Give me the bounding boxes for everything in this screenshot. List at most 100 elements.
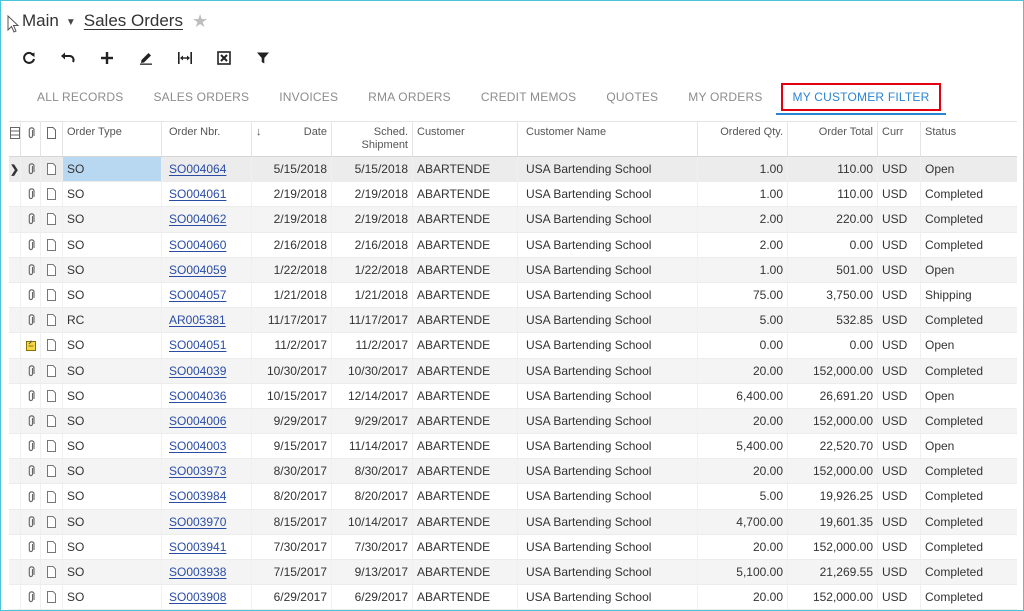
row-indicator[interactable] — [9, 534, 21, 559]
row-attachment[interactable] — [21, 459, 41, 484]
row-indicator[interactable] — [9, 257, 21, 282]
order-nbr-link[interactable]: SO004036 — [169, 389, 226, 403]
cell-order-type[interactable]: SO — [63, 333, 162, 358]
chevron-down-icon[interactable]: ▼ — [66, 17, 76, 28]
page-title[interactable]: Sales Orders — [84, 11, 183, 31]
order-nbr-link[interactable]: SO004057 — [169, 288, 226, 302]
add-button[interactable] — [95, 47, 119, 69]
order-nbr-link[interactable]: SO004059 — [169, 263, 226, 277]
cell-order-nbr[interactable]: SO003941 — [162, 534, 252, 559]
row-indicator[interactable] — [9, 232, 21, 257]
cell-order-nbr[interactable]: SO004059 — [162, 257, 252, 282]
cell-order-type[interactable]: SO — [63, 534, 162, 559]
order-nbr-link[interactable]: SO003973 — [169, 464, 226, 478]
table-row[interactable]: SO SO004036 10/15/2017 12/14/2017 ABARTENDE U… — [9, 383, 1017, 409]
row-attachment[interactable] — [21, 157, 41, 182]
row-attachment[interactable] — [21, 509, 41, 534]
order-nbr-link[interactable]: AR005381 — [169, 313, 226, 327]
row-indicator[interactable] — [9, 333, 21, 358]
tab-invoices[interactable]: INVOICES — [267, 83, 350, 111]
row-indicator[interactable] — [9, 308, 21, 333]
table-row[interactable]: SO SO004003 9/15/2017 11/14/2017 ABARTENDE US… — [9, 434, 1017, 460]
cell-order-type[interactable]: SO — [63, 232, 162, 257]
row-file[interactable] — [41, 308, 63, 333]
tab-sales-orders[interactable]: SALES ORDERS — [141, 83, 261, 111]
cell-order-type[interactable]: SO — [63, 358, 162, 383]
header-order-type[interactable]: Order Type — [63, 122, 162, 156]
row-indicator[interactable] — [9, 560, 21, 585]
header-file-icon[interactable] — [41, 122, 63, 156]
row-indicator[interactable] — [9, 182, 21, 207]
row-file[interactable] — [41, 408, 63, 434]
row-file[interactable] — [41, 509, 63, 534]
order-nbr-link[interactable]: SO004006 — [169, 414, 226, 428]
edit-button[interactable] — [134, 47, 158, 69]
cell-order-nbr[interactable]: SO004057 — [162, 282, 252, 308]
order-nbr-link[interactable]: SO004061 — [169, 187, 226, 201]
order-nbr-link[interactable]: SO003984 — [169, 489, 226, 503]
cell-order-nbr[interactable]: SO003984 — [162, 484, 252, 509]
order-nbr-link[interactable]: SO003970 — [169, 515, 226, 529]
table-row[interactable]: SO SO004060 2/16/2018 2/16/2018 ABARTENDE USA… — [9, 232, 1017, 258]
filter-button[interactable] — [251, 47, 275, 69]
export-excel-button[interactable] — [212, 47, 236, 69]
row-indicator[interactable] — [9, 383, 21, 408]
row-file[interactable] — [41, 207, 63, 232]
row-attachment[interactable] — [21, 358, 41, 383]
row-indicator[interactable] — [9, 282, 21, 308]
row-file[interactable] — [41, 383, 63, 408]
table-row[interactable]: SO SO003984 8/20/2017 8/20/2017 ABARTENDE USA… — [9, 484, 1017, 510]
tab-my-customer-filter[interactable]: MY CUSTOMER FILTER — [775, 83, 947, 115]
tab-credit-memos[interactable]: CREDIT MEMOS — [469, 83, 589, 111]
table-row[interactable]: SO SO004061 2/19/2018 2/19/2018 ABARTENDE USA… — [9, 182, 1017, 208]
header-curr[interactable]: Curr — [878, 122, 921, 156]
row-attachment[interactable] — [21, 333, 41, 358]
row-file[interactable] — [41, 585, 63, 610]
row-indicator[interactable] — [9, 207, 21, 232]
row-attachment[interactable] — [21, 308, 41, 333]
header-sched-shipment[interactable]: Sched. Shipment — [332, 122, 413, 156]
table-row[interactable]: SO SO003938 7/15/2017 9/13/2017 ABARTENDE USA… — [9, 560, 1017, 586]
table-row[interactable]: SO SO004006 9/29/2017 9/29/2017 ABARTENDE USA… — [9, 408, 1017, 435]
header-customer[interactable]: Customer — [413, 122, 518, 156]
cell-order-nbr[interactable]: SO004003 — [162, 434, 252, 459]
cell-order-nbr[interactable]: SO004051 — [162, 333, 252, 358]
cell-order-type[interactable]: SO — [63, 182, 162, 207]
order-nbr-link[interactable]: SO004003 — [169, 439, 226, 453]
table-row[interactable]: SO SO003908 6/29/2017 6/29/2017 ABARTENDE USA… — [9, 585, 1017, 610]
row-attachment[interactable] — [21, 534, 41, 559]
cell-order-nbr[interactable]: AR005381 — [162, 308, 252, 333]
row-file[interactable] — [41, 182, 63, 207]
tab-my-orders[interactable]: MY ORDERS — [676, 83, 774, 111]
order-nbr-link[interactable]: SO004051 — [169, 338, 226, 352]
order-nbr-link[interactable]: SO003941 — [169, 540, 226, 554]
cell-order-nbr[interactable]: SO003970 — [162, 509, 252, 534]
cell-order-type[interactable]: SO — [63, 509, 162, 534]
table-row[interactable]: RC AR005381 11/17/2017 11/17/2017 ABARTENDE U… — [9, 308, 1017, 334]
header-date[interactable]: ↓ Date — [252, 122, 332, 156]
table-row[interactable]: SO SO004057 1/21/2018 1/21/2018 ABARTENDE USA… — [9, 282, 1017, 309]
cell-order-nbr[interactable]: SO004006 — [162, 408, 252, 434]
header-customer-name[interactable]: Customer Name — [518, 122, 698, 156]
table-row[interactable]: SO SO003973 8/30/2017 8/30/2017 ABARTENDE USA… — [9, 459, 1017, 485]
header-order-total[interactable]: Order Total — [788, 122, 878, 156]
table-row[interactable]: SO SO004059 1/22/2018 1/22/2018 ABARTENDE USA… — [9, 257, 1017, 283]
cell-order-type[interactable]: RC — [63, 308, 162, 333]
cell-order-type[interactable]: SO — [63, 560, 162, 585]
table-row[interactable]: ❯ SO SO004064 5/15/2018 5/15/2018 ABARTENDE US… — [9, 157, 1017, 183]
row-file[interactable] — [41, 459, 63, 484]
header-ordered-qty[interactable]: Ordered Qty. — [698, 122, 788, 156]
cell-order-type[interactable]: SO — [63, 585, 162, 610]
breadcrumb-root[interactable]: Main — [22, 11, 59, 31]
row-attachment[interactable] — [21, 585, 41, 610]
order-nbr-link[interactable]: SO004064 — [169, 162, 226, 176]
row-indicator[interactable] — [9, 459, 21, 484]
row-file[interactable] — [41, 534, 63, 559]
header-status[interactable]: Status — [921, 122, 995, 156]
row-indicator[interactable] — [9, 585, 21, 610]
row-attachment[interactable] — [21, 207, 41, 232]
cell-order-type[interactable]: SO — [63, 484, 162, 509]
cell-order-type[interactable]: SO — [63, 282, 162, 308]
row-file[interactable] — [41, 434, 63, 459]
cell-order-type[interactable]: SO — [63, 459, 162, 484]
